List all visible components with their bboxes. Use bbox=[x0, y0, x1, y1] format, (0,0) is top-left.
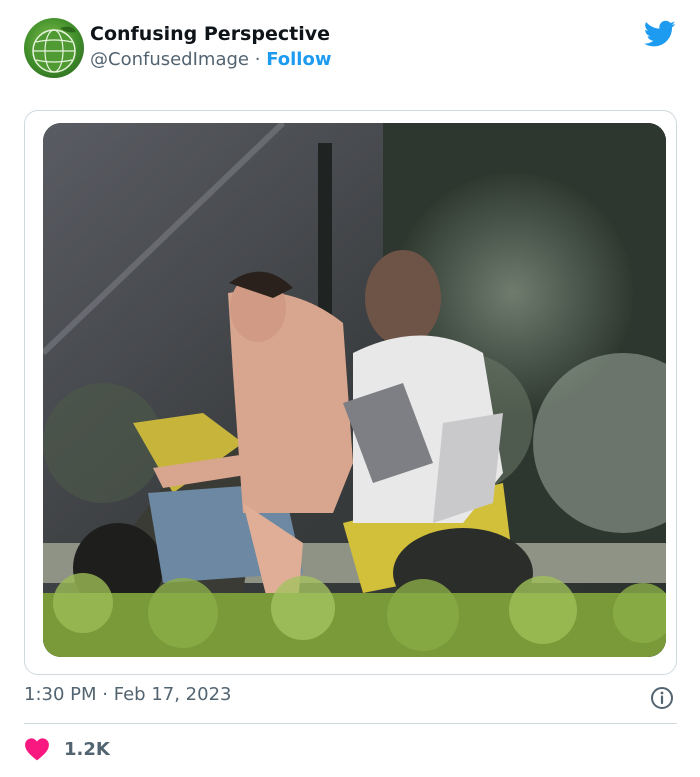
info-icon[interactable] bbox=[650, 686, 674, 710]
timestamp-time: 1:30 PM bbox=[24, 684, 97, 705]
timestamp-date: Feb 17, 2023 bbox=[113, 684, 232, 705]
timestamp-separator: · bbox=[102, 684, 108, 705]
handle-row: @ConfusedImage · Follow bbox=[90, 49, 331, 70]
handle-separator: · bbox=[254, 49, 261, 70]
divider bbox=[24, 723, 677, 724]
photo-image bbox=[43, 123, 666, 657]
twitter-bird-icon[interactable] bbox=[644, 20, 676, 48]
like-count: 1.2K bbox=[64, 738, 110, 760]
tweet-header: Confusing Perspective @ConfusedImage · F… bbox=[24, 18, 676, 80]
globe-avatar-icon bbox=[32, 26, 76, 73]
follow-button[interactable]: Follow bbox=[266, 49, 331, 70]
user-handle[interactable]: @ConfusedImage bbox=[90, 49, 249, 70]
tweet-photo[interactable] bbox=[43, 123, 666, 657]
heart-icon[interactable] bbox=[24, 737, 50, 761]
like-action: 1.2K bbox=[24, 735, 110, 763]
user-name[interactable]: Confusing Perspective bbox=[90, 23, 330, 45]
media-frame bbox=[24, 110, 677, 675]
tweet-card: Confusing Perspective @ConfusedImage · F… bbox=[0, 0, 700, 777]
avatar[interactable] bbox=[24, 18, 84, 78]
tweet-timestamp[interactable]: 1:30 PM · Feb 17, 2023 bbox=[24, 684, 231, 705]
